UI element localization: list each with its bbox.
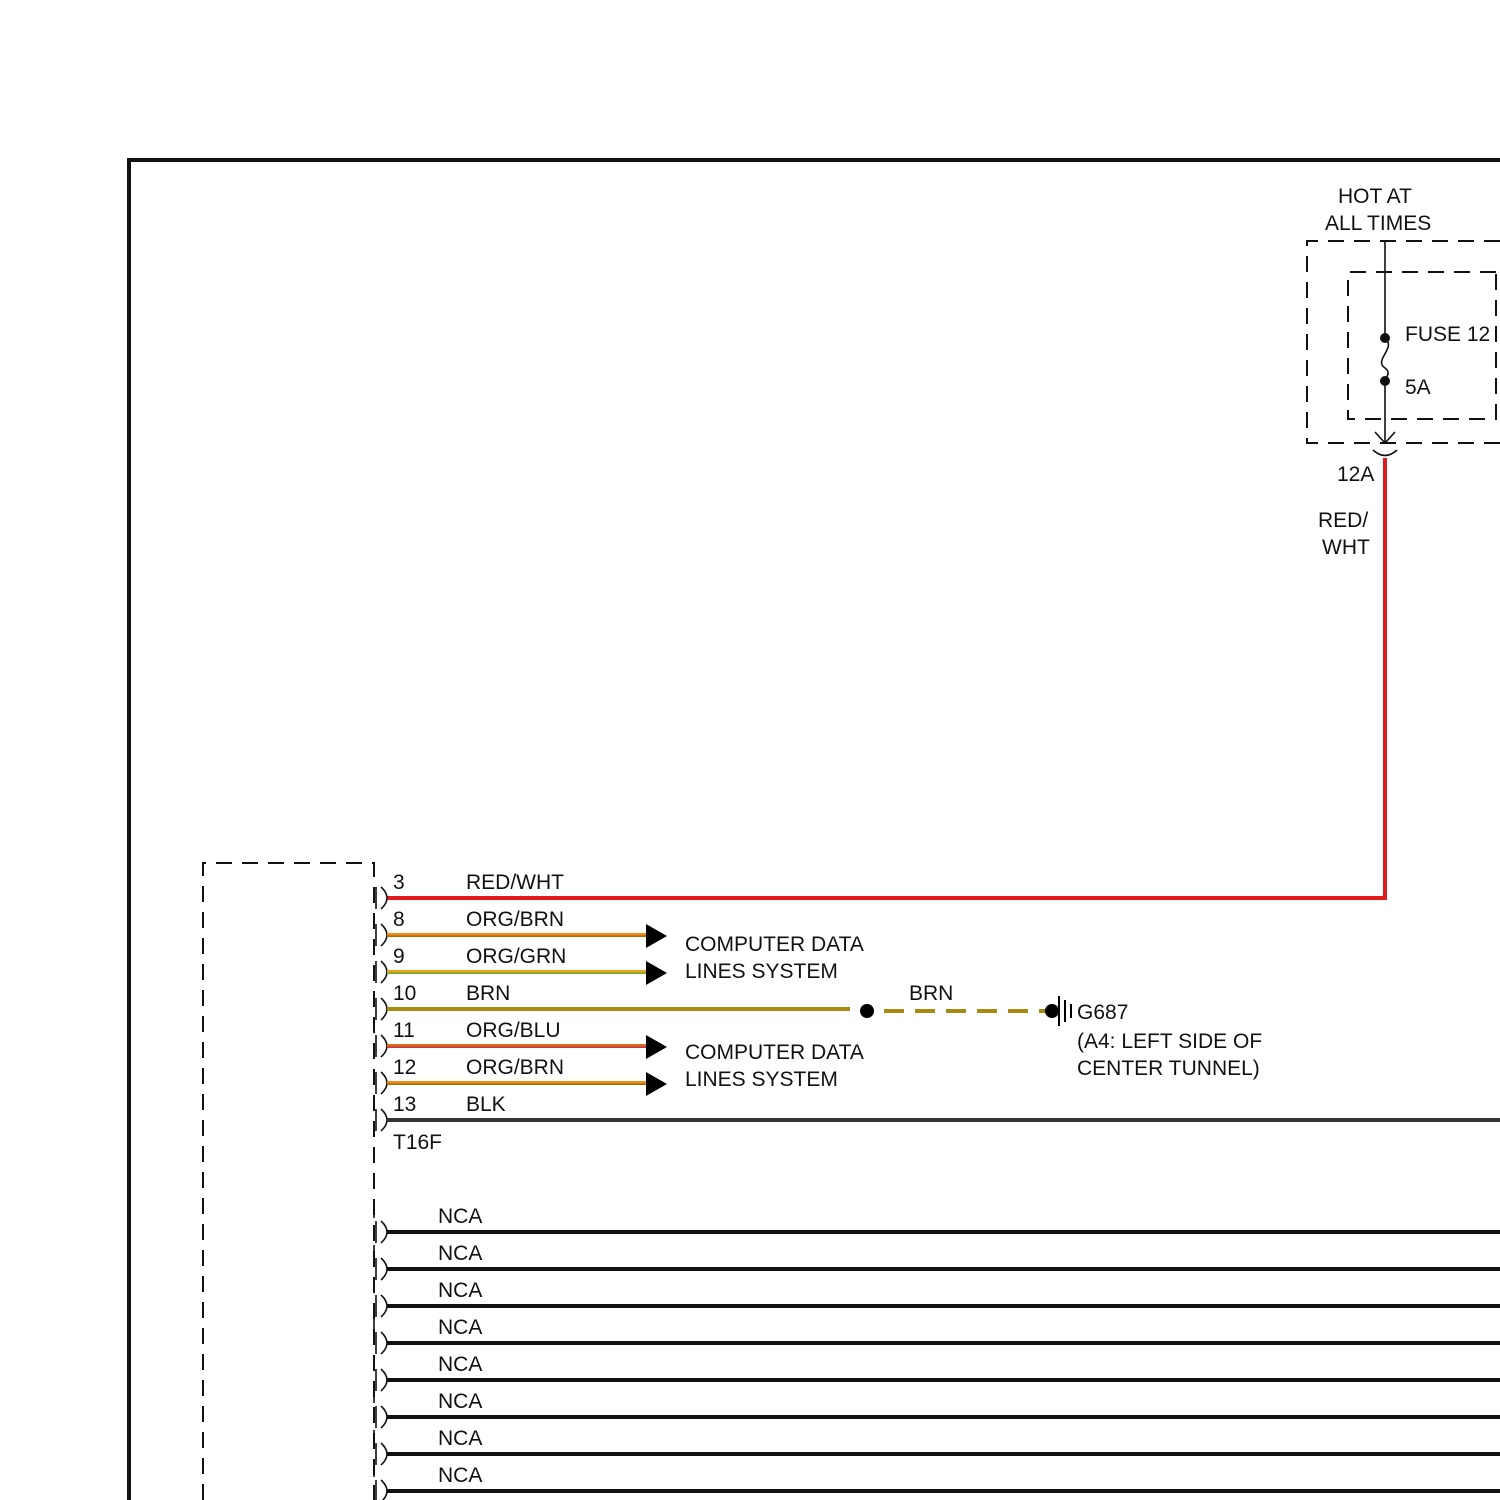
- ground-wire-color: BRN: [909, 982, 953, 1005]
- fuse-name-label: FUSE 12: [1405, 323, 1490, 346]
- wire-color-label: BLK: [466, 1093, 506, 1116]
- nca-connector-icon: [375, 1442, 388, 1466]
- arrow-pin-12: [646, 1072, 667, 1096]
- data-lines-label-1a: COMPUTER DATA: [685, 933, 864, 956]
- nca-label: NCA: [438, 1464, 482, 1487]
- nca-label: NCA: [438, 1353, 482, 1376]
- splice-dot: [860, 1004, 874, 1018]
- pin-number: 8: [393, 908, 405, 931]
- wire-color-label: ORG/BRN: [466, 1056, 564, 1079]
- pin-number: 12: [393, 1056, 416, 1079]
- power-wire-color-line1: RED/: [1318, 509, 1368, 532]
- page-frame: [127, 158, 1500, 1500]
- pin-11-connector-icon: [375, 1034, 388, 1058]
- arrow-pin-11: [646, 1035, 667, 1059]
- wire-color-label: BRN: [466, 982, 510, 1005]
- ground-id: G687: [1077, 1001, 1128, 1024]
- all-times-label: ALL TIMES: [1325, 212, 1431, 235]
- pin-number: 3: [393, 871, 405, 894]
- nca-label: NCA: [438, 1242, 482, 1265]
- nca-connector-icon: [375, 1294, 388, 1318]
- wire-color-label: ORG/BRN: [466, 908, 564, 931]
- ground-dot: [1045, 1004, 1059, 1018]
- pin-8-connector-icon: [375, 923, 388, 947]
- nca-label: NCA: [438, 1427, 482, 1450]
- hot-at-label: HOT AT: [1338, 185, 1412, 208]
- terminal-label: 12A: [1337, 463, 1374, 486]
- arrow-pin-8: [646, 924, 667, 948]
- pin-number: 11: [393, 1019, 415, 1042]
- wire-color-label: ORG/BLU: [466, 1019, 561, 1042]
- fuse-rating-label: 5A: [1405, 376, 1431, 399]
- nca-label: NCA: [438, 1205, 482, 1228]
- wire-red-wht-feed: [387, 458, 1387, 900]
- data-lines-label-2b: LINES SYSTEM: [685, 1068, 838, 1091]
- nca-connector-icon: [375, 1368, 388, 1392]
- nca-pins: NCA NCA NCA NCA NCA NCA NCA NCA: [373, 1205, 1500, 1500]
- power-wire-color-line2: WHT: [1322, 536, 1370, 559]
- data-lines-label-2a: COMPUTER DATA: [685, 1041, 864, 1064]
- pin-10-connector-icon: [375, 997, 388, 1021]
- pin-9-connector-icon: [375, 960, 388, 984]
- ground-location-line2: CENTER TUNNEL): [1077, 1057, 1260, 1080]
- nca-connector-icon: [375, 1405, 388, 1429]
- pin-number: 13: [393, 1093, 416, 1116]
- component-outline: [202, 862, 375, 1500]
- ground-symbol-icon: [1058, 996, 1072, 1026]
- wiring-diagram: HOT AT ALL TIMES FUSE 12 5A 12A RED/ WHT…: [127, 158, 1500, 1500]
- pin-3-connector-icon: [375, 886, 388, 910]
- connector-name: T16F: [393, 1131, 442, 1154]
- wire-color-label: ORG/GRN: [466, 945, 566, 968]
- ground-g687: BRN G687 (A4: LEFT SIDE OF CENTER TUNNEL…: [860, 982, 1262, 1080]
- pin-number: 9: [393, 945, 405, 968]
- pin-number: 10: [393, 982, 416, 1005]
- nca-label: NCA: [438, 1390, 482, 1413]
- fuse-box: HOT AT ALL TIMES FUSE 12 5A 12A RED/ WHT: [1306, 185, 1500, 559]
- wire-color-label: RED/WHT: [466, 871, 564, 894]
- ground-location-line1: (A4: LEFT SIDE OF: [1077, 1030, 1262, 1053]
- nca-label: NCA: [438, 1316, 482, 1339]
- nca-connector-icon: [375, 1257, 388, 1281]
- pin-12-connector-icon: [375, 1071, 388, 1095]
- nca-connector-icon: [375, 1479, 388, 1500]
- arrow-pin-9: [646, 961, 667, 985]
- pin-13-connector-icon: [375, 1108, 388, 1132]
- nca-connector-icon: [375, 1331, 388, 1355]
- data-lines-label-1b: LINES SYSTEM: [685, 960, 838, 983]
- nca-connector-icon: [375, 1220, 388, 1244]
- fuse-element-icon: [1380, 337, 1390, 382]
- nca-label: NCA: [438, 1279, 482, 1302]
